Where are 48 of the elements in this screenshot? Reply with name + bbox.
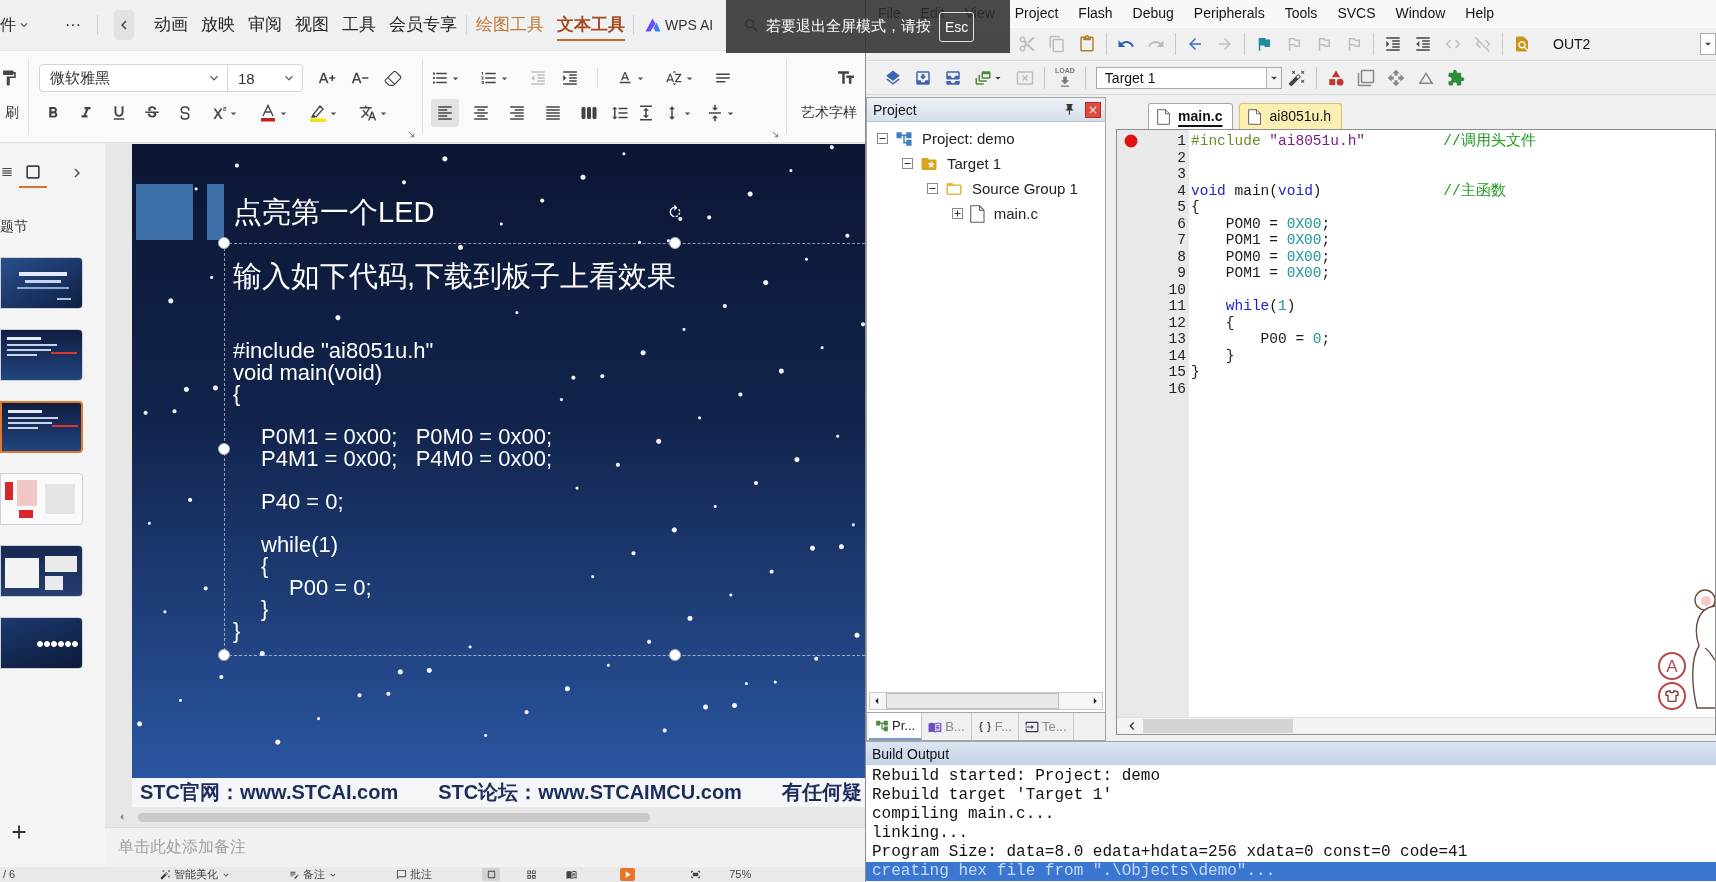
code-line: POM1 = 0X00; bbox=[1225, 265, 1331, 282]
code-line: { bbox=[1191, 199, 1200, 216]
footer-text: STC官网：www.STCAI.com bbox=[140, 780, 399, 805]
line-number: 11 bbox=[1168, 298, 1186, 315]
code-line: POM0 = 0X00; bbox=[1225, 215, 1331, 232]
code-line: P4M1 = 0x00; P4M0 = 0x00; bbox=[261, 447, 553, 469]
panel-title: Build Output bbox=[872, 745, 950, 762]
line-number: 10 bbox=[1168, 281, 1186, 298]
code-line: } bbox=[261, 598, 269, 620]
code-line: void main(void) //主函数 bbox=[1191, 182, 1506, 199]
page-indicator: / 6 bbox=[3, 868, 16, 881]
code-line: #include "ai8051u.h" //调用头文件 bbox=[1191, 133, 1536, 150]
code-line: } bbox=[1191, 364, 1200, 381]
code-line: #include "ai8051u.h" bbox=[233, 340, 434, 362]
code-line: } bbox=[1225, 347, 1235, 364]
line-number: 1 bbox=[1177, 133, 1186, 150]
code-line: POM1 = 0X00; bbox=[1225, 232, 1331, 249]
line-number: 12 bbox=[1168, 314, 1186, 331]
line-number: 6 bbox=[1177, 215, 1186, 232]
line-number: 5 bbox=[1177, 199, 1186, 216]
code-line: void main(void) bbox=[233, 361, 383, 383]
line-number: 7 bbox=[1177, 232, 1186, 249]
toast-message: 若要退出全屏模式，请按 bbox=[766, 17, 931, 36]
code-line: P0M1 = 0x00; P0M0 = 0x00; bbox=[261, 426, 553, 448]
code-line: { bbox=[233, 383, 241, 405]
slide-title: 点亮第一个LED bbox=[233, 195, 435, 230]
line-number: 16 bbox=[1168, 380, 1186, 397]
code-line: P00 = 0; bbox=[1260, 331, 1331, 348]
code-line: P00 = 0; bbox=[289, 576, 372, 598]
footer-text: 有任何疑 bbox=[781, 780, 862, 805]
footer-text: STC论坛：www.STCAIMCU.com bbox=[438, 780, 742, 805]
slide-subtitle: 输入如下代码,下载到板子上看效果 bbox=[233, 259, 677, 294]
line-number: 4 bbox=[1177, 182, 1186, 199]
line-number: 8 bbox=[1177, 248, 1186, 265]
code-line: while(1) bbox=[1225, 298, 1296, 315]
panel-title: Project bbox=[873, 101, 917, 118]
line-number: 9 bbox=[1177, 265, 1186, 282]
line-number: 14 bbox=[1168, 347, 1186, 364]
line-number: 2 bbox=[1177, 149, 1186, 166]
code-line: P40 = 0; bbox=[261, 490, 344, 512]
line-number: 13 bbox=[1168, 331, 1186, 348]
code-line: POM0 = 0X00; bbox=[1225, 248, 1331, 265]
line-number: 15 bbox=[1168, 364, 1186, 381]
code-line: { bbox=[1225, 314, 1235, 331]
code-line: while(1) bbox=[261, 533, 339, 555]
line-number: 3 bbox=[1177, 166, 1186, 183]
code-line: { bbox=[261, 555, 269, 577]
code-line: } bbox=[233, 619, 241, 641]
